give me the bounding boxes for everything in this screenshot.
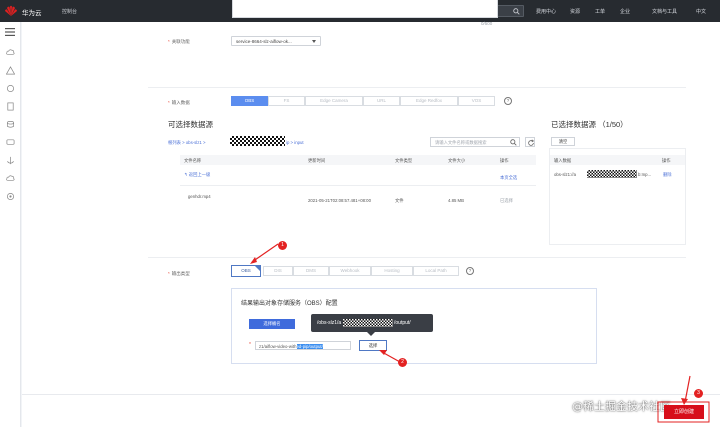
annotation-badge-2: 2: [398, 358, 407, 367]
annotation-badge-3: 3: [694, 389, 703, 398]
annotation-badge-1: 1: [278, 241, 287, 250]
annotation-arrows: [250, 243, 710, 423]
